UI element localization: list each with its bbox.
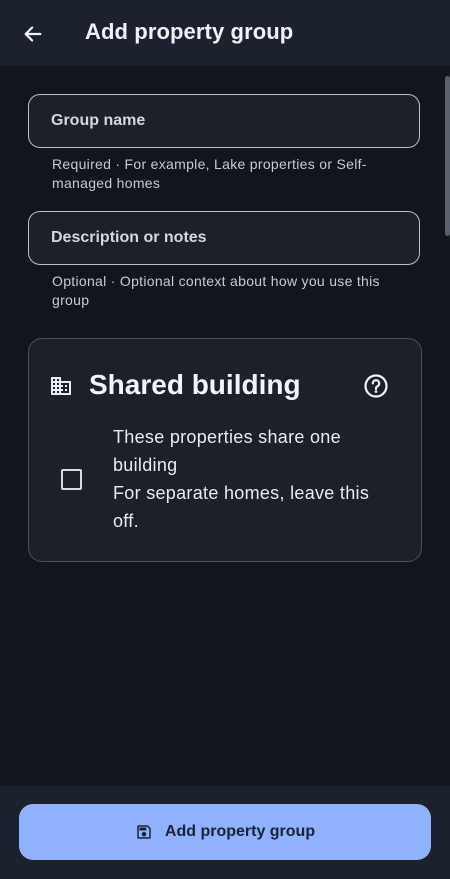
group-name-field[interactable] xyxy=(28,94,420,148)
add-property-group-button[interactable]: Add property group xyxy=(19,804,431,860)
app-bar: Add property group xyxy=(0,0,450,66)
description-field[interactable] xyxy=(28,211,420,265)
shared-building-line-2: For separate homes, leave this off. xyxy=(113,483,370,531)
back-button[interactable] xyxy=(16,17,50,51)
help-circle-icon[interactable] xyxy=(362,372,390,400)
add-property-group-label: Add property group xyxy=(164,823,316,840)
shared-building-checkbox[interactable] xyxy=(61,469,82,490)
scrollbar[interactable] xyxy=(445,76,450,236)
save-icon xyxy=(135,823,153,841)
group-name-helper-text: Required · For example, Lake properties … xyxy=(52,156,367,191)
shared-building-card: Shared building These properties share o… xyxy=(28,338,422,562)
group-name-input[interactable] xyxy=(29,95,419,147)
description-helper-text: Optional · Optional context about how yo… xyxy=(52,273,380,308)
building-icon xyxy=(51,377,71,395)
description-input[interactable] xyxy=(29,212,419,264)
page-title: Add property group xyxy=(85,19,294,44)
shared-building-line-1: These properties share one building xyxy=(113,427,341,475)
arrow-left-icon xyxy=(24,26,42,42)
shared-building-description: These properties share one building For … xyxy=(113,423,393,535)
shared-building-title: Shared building xyxy=(89,369,301,400)
